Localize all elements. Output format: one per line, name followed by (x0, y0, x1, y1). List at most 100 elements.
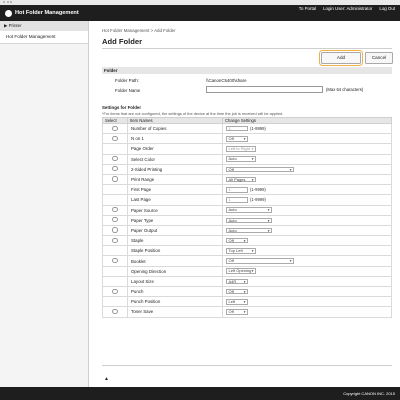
select-cell (102, 133, 128, 145)
setting-dropdown[interactable]: Off ▾ (226, 258, 294, 264)
item-name: Opening Direction (127, 265, 223, 277)
setting-dropdown[interactable]: Off ▾ (226, 166, 294, 173)
add-button[interactable]: Add (319, 50, 363, 66)
top-links: To Portal Login User: Administrator Log … (299, 6, 395, 11)
number-input[interactable]: 1 (226, 197, 248, 203)
dropdown-value: Auto (228, 207, 237, 213)
select-radio[interactable] (112, 176, 118, 182)
select-cell (102, 255, 128, 267)
setting-dropdown[interactable]: Left Opening ▾ (226, 268, 256, 275)
setting-dropdown[interactable]: Auto ▾ (226, 156, 256, 162)
chevron-down-icon: ▾ (267, 228, 270, 233)
item-name: Staple Position (127, 245, 223, 257)
chevron-down-icon: ▾ (243, 310, 246, 315)
item-name: Booklet (127, 255, 223, 267)
select-cell (102, 224, 128, 237)
change-setting-cell: All Pages ▾ (222, 173, 392, 186)
select-cell (102, 122, 128, 135)
change-setting-cell: Left Opening ▾ (222, 265, 392, 277)
folder-name-hint: (Max 64 characters) (326, 87, 364, 92)
dropdown-value: Left to Right (228, 146, 251, 152)
table-row: 2-Sided Printing Off ▾ (102, 163, 392, 175)
item-name: Layout Size (127, 275, 223, 288)
number-input[interactable]: 1 (226, 186, 248, 193)
setting-dropdown[interactable]: Left to Right ▾ (226, 146, 256, 152)
dropdown-value: Auto (228, 227, 237, 233)
table-row: Punch Position Left ▾ (102, 296, 392, 308)
setting-dropdown[interactable]: Auto ▾ (226, 227, 272, 234)
select-radio[interactable] (112, 125, 118, 131)
to-portal-link[interactable]: To Portal (299, 6, 316, 11)
table-row: Booklet Off ▾ (102, 255, 392, 267)
change-setting-cell: Top Left ▾ (222, 245, 392, 257)
setting-dropdown[interactable]: Off ▾ (226, 237, 248, 244)
chevron-down-icon: ▾ (251, 157, 254, 162)
folder-name-input[interactable] (206, 86, 323, 93)
select-cell (102, 153, 128, 165)
breadcrumb[interactable]: Hot Folder Management > Add Folder (102, 28, 176, 33)
app-title: Hot Folder Management (15, 10, 79, 16)
sidebar-head[interactable]: ▶ Printer (0, 21, 88, 31)
item-name: Paper Output (127, 224, 223, 237)
select-cell (102, 235, 128, 247)
item-name: Paper Type (127, 214, 223, 226)
select-cell (102, 245, 128, 257)
dropdown-value: Off (228, 166, 234, 172)
item-name: Number of Copies (127, 122, 223, 135)
select-radio[interactable] (112, 166, 118, 172)
sidebar-item-hot-folder-management[interactable]: Hot Folder Management (0, 31, 88, 44)
select-cell (102, 306, 128, 318)
item-name: Print Range (127, 173, 223, 186)
change-setting-cell: Off ▾ (222, 163, 392, 175)
chevron-down-icon: ▾ (243, 238, 246, 243)
select-radio[interactable] (112, 237, 118, 243)
setting-dropdown[interactable]: Auto ▾ (226, 207, 272, 213)
setting-dropdown[interactable]: A4R ▾ (226, 278, 248, 285)
setting-dropdown[interactable]: Left ▾ (226, 299, 248, 305)
dropdown-value: Auto (228, 217, 237, 223)
select-radio[interactable] (112, 227, 118, 233)
table-row: Layout Size A4R ▾ (102, 275, 392, 288)
settings-table: Select Item Names Change Settings Number… (102, 117, 392, 318)
chevron-down-icon: ▾ (251, 177, 254, 182)
select-cell (102, 214, 128, 226)
select-radio[interactable] (112, 135, 118, 141)
item-name: Select Color (127, 153, 223, 165)
select-cell (102, 204, 128, 216)
back-to-top-icon[interactable]: ▲ (104, 376, 109, 382)
item-name: Page Order (127, 143, 223, 155)
setting-dropdown[interactable]: Off ▾ (226, 136, 248, 142)
change-setting-cell: Left to Right ▾ (222, 143, 392, 155)
number-input[interactable]: 1 (226, 125, 248, 132)
setting-dropdown[interactable]: Top Left ▾ (226, 248, 256, 254)
table-row: Last Page 1 (1-9999) (102, 194, 392, 206)
setting-dropdown[interactable]: Auto ▾ (226, 217, 272, 224)
table-row: Staple Off ▾ (102, 235, 392, 247)
range-hint: (1-9999) (250, 197, 266, 203)
folder-section-header: Folder (102, 67, 392, 74)
item-name: First Page (127, 184, 223, 196)
chevron-down-icon: ▾ (251, 249, 254, 254)
top-bar: Hot Folder Management To Portal Login Us… (0, 5, 400, 21)
setting-dropdown[interactable]: Off ▾ (226, 309, 248, 315)
login-user-label: Login User: Administrator (323, 6, 373, 11)
setting-dropdown[interactable]: All Pages ▾ (226, 176, 256, 183)
table-row: Number of Copies 1 (1-9999) (102, 122, 392, 135)
select-radio[interactable] (112, 257, 118, 264)
dropdown-value: Auto (228, 156, 237, 162)
select-cell (102, 265, 128, 277)
dropdown-value: Off (228, 288, 234, 294)
setting-dropdown[interactable]: Off ▾ (226, 288, 248, 295)
log-out-link[interactable]: Log Out (379, 6, 395, 11)
select-radio[interactable] (112, 207, 118, 213)
select-radio[interactable] (112, 288, 118, 294)
canon-logo-icon (5, 9, 12, 17)
divider (102, 365, 392, 366)
copyright: Copyright CANON INC. 2015 (343, 391, 395, 396)
cancel-button[interactable]: Cancel (365, 52, 393, 64)
select-radio[interactable] (112, 217, 118, 223)
change-setting-cell: Off ▾ (222, 235, 392, 247)
select-radio[interactable] (112, 308, 118, 315)
select-radio[interactable] (112, 156, 118, 162)
change-setting-cell: 1 (1-9999) (222, 194, 392, 206)
